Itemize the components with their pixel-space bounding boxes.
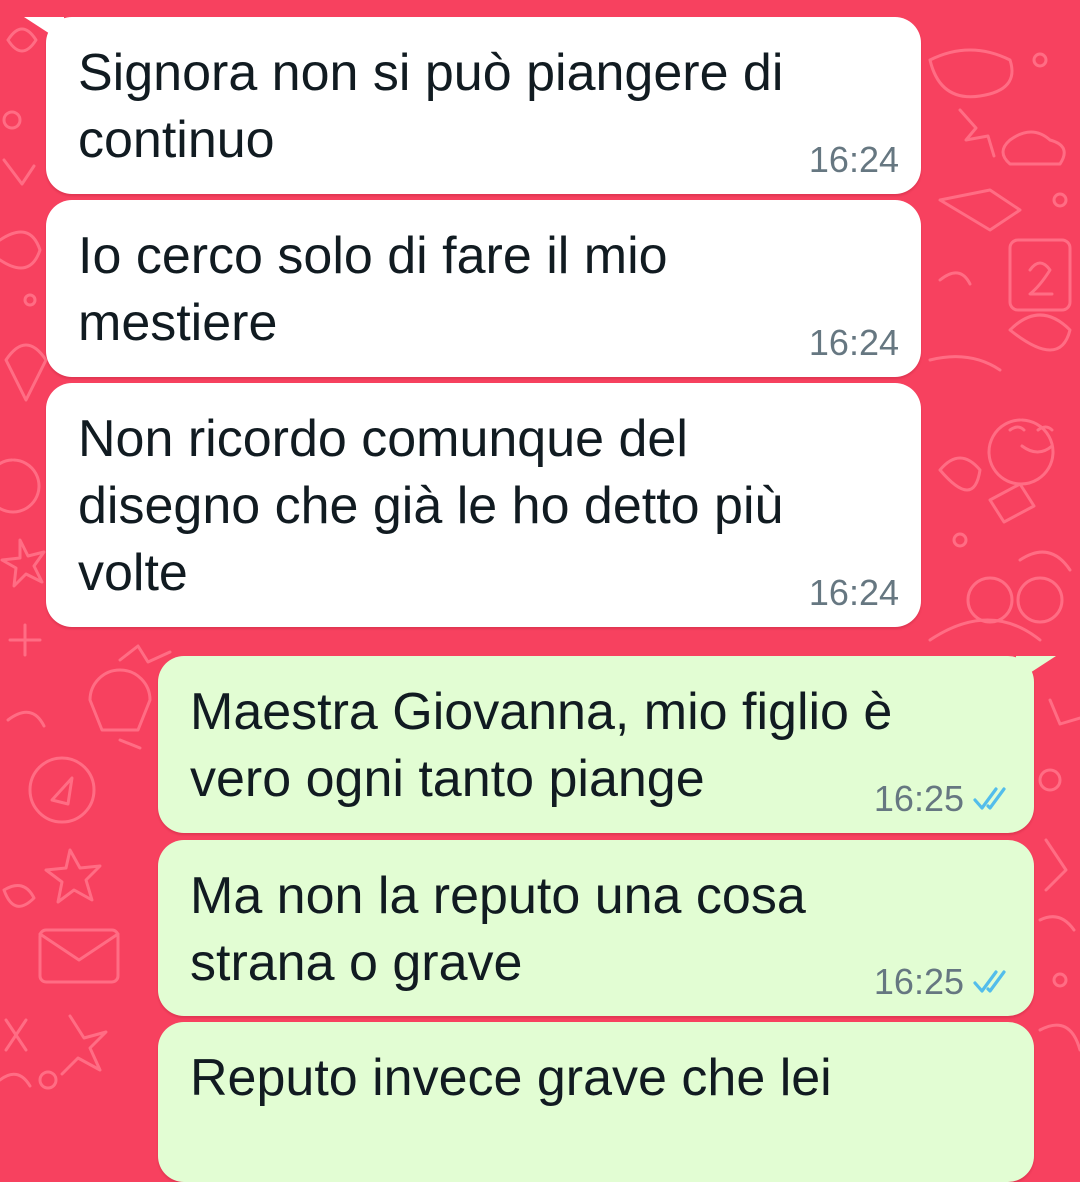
message-line: Non ricordo comunque del bbox=[78, 410, 688, 468]
double-check-read-icon bbox=[973, 970, 1006, 993]
message-meta: 16:24 bbox=[809, 573, 899, 613]
message-text: Io cerco solo di fare il mio mestiere bbox=[78, 223, 668, 357]
message-line: strana o grave bbox=[190, 934, 523, 992]
message-time: 16:25 bbox=[873, 778, 964, 819]
message-time: 16:24 bbox=[808, 322, 899, 363]
message-text: Ma non la reputo una cosa strana o grave bbox=[190, 863, 806, 997]
message-text: Non ricordo comunque del disegno che già… bbox=[78, 406, 783, 607]
message-line: Reputo invece grave che lei bbox=[190, 1049, 832, 1107]
message-line: mestiere bbox=[78, 294, 278, 352]
message-line: volte bbox=[78, 544, 188, 602]
outgoing-message[interactable]: Maestra Giovanna, mio figlio è vero ogni… bbox=[158, 656, 1056, 833]
message-line: Io cerco solo di fare il mio bbox=[78, 227, 668, 285]
message-line: continuo bbox=[78, 111, 275, 169]
message-time: 16:24 bbox=[808, 139, 899, 180]
message-text: Maestra Giovanna, mio figlio è vero ogni… bbox=[190, 679, 892, 813]
incoming-message[interactable]: Non ricordo comunque del disegno che già… bbox=[46, 383, 921, 627]
message-text: Reputo invece grave che lei bbox=[190, 1045, 832, 1112]
message-line: Maestra Giovanna, mio figlio è bbox=[190, 683, 893, 741]
incoming-message[interactable]: Signora non si può piangere di continuo … bbox=[24, 17, 921, 194]
message-meta: 16:24 bbox=[809, 323, 899, 363]
bubble-tail bbox=[1016, 656, 1056, 682]
message-time: 16:25 bbox=[873, 961, 964, 1002]
message-line: Ma non la reputo una cosa bbox=[190, 867, 806, 925]
incoming-message[interactable]: Io cerco solo di fare il mio mestiere 16… bbox=[46, 200, 921, 377]
message-time: 16:24 bbox=[808, 572, 899, 613]
message-meta: 16:25 bbox=[874, 779, 1012, 819]
outgoing-message[interactable]: Ma non la reputo una cosa strana o grave… bbox=[158, 840, 1034, 1016]
double-check-read-icon bbox=[973, 787, 1006, 810]
bubble-tail bbox=[24, 17, 64, 43]
message-line: Signora non si può piangere di bbox=[78, 44, 784, 102]
outgoing-message[interactable]: Reputo invece grave che lei bbox=[158, 1022, 1034, 1182]
message-line: disegno che già le ho detto più bbox=[78, 477, 784, 535]
message-line: vero ogni tanto piange bbox=[190, 750, 705, 808]
message-meta: 16:25 bbox=[874, 962, 1012, 1002]
message-meta: 16:24 bbox=[809, 140, 899, 180]
message-text: Signora non si può piangere di continuo bbox=[78, 40, 783, 174]
